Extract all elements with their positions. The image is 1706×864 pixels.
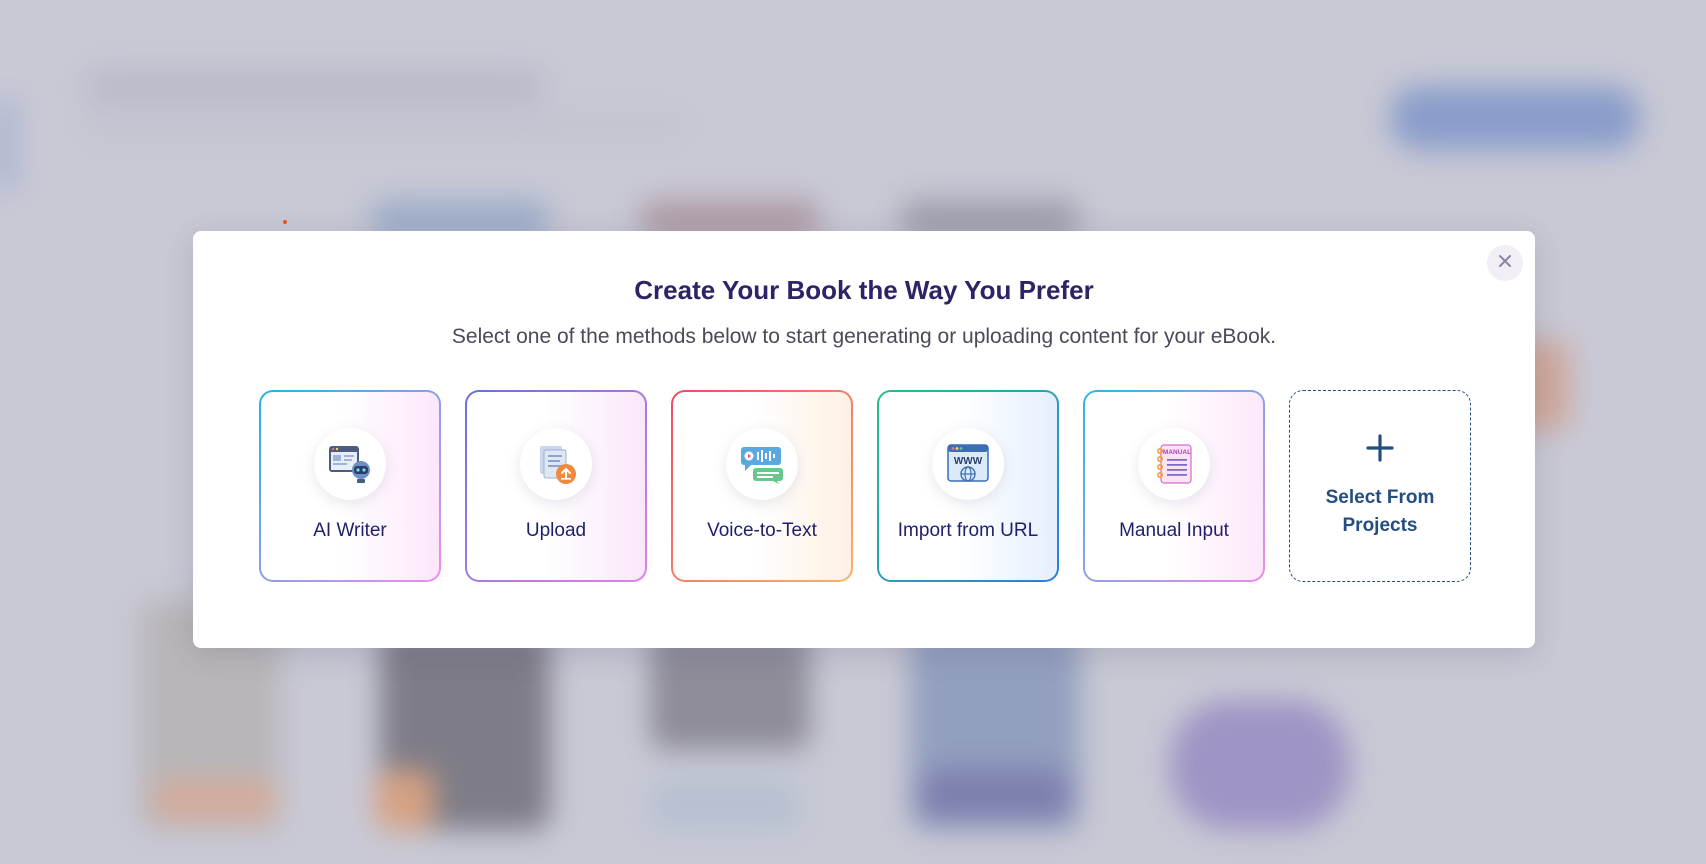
- option-upload[interactable]: Upload: [465, 390, 647, 582]
- option-label: Manual Input: [1119, 520, 1229, 541]
- close-icon: [1498, 254, 1512, 273]
- select-from-projects-button[interactable]: Select From Projects: [1289, 390, 1471, 582]
- method-options: AI Writer Upload Voice-to-Text WWW Impor…: [259, 390, 1471, 582]
- manual-notebook-icon: MANUAL: [1138, 428, 1210, 500]
- manual-text: MANUAL: [1163, 449, 1191, 456]
- option-label: Upload: [525, 520, 587, 541]
- www-text: WWW: [954, 456, 983, 467]
- notification-dot: [283, 220, 287, 224]
- option-voice-to-text[interactable]: Voice-to-Text: [671, 390, 853, 582]
- modal-title: Create Your Book the Way You Prefer: [634, 275, 1094, 305]
- select-from-projects-label: Select From Projects: [1325, 487, 1435, 536]
- www-globe-icon: WWW: [932, 428, 1004, 500]
- ai-writer-robot-icon: [314, 428, 386, 500]
- option-manual-input[interactable]: MANUAL Manual Input: [1083, 390, 1265, 582]
- option-import-from-url[interactable]: WWW Import from URL: [877, 390, 1059, 582]
- document-upload-icon: [520, 428, 592, 500]
- option-label: Import from URL: [897, 520, 1039, 541]
- create-book-modal: Create Your Book the Way You Prefer Sele…: [193, 231, 1535, 648]
- option-label: Voice-to-Text: [707, 520, 817, 541]
- modal-subtitle: Select one of the methods below to start…: [451, 325, 1277, 348]
- plus-icon: [1366, 426, 1394, 470]
- option-ai-writer[interactable]: AI Writer: [259, 390, 441, 582]
- option-label: AI Writer: [313, 520, 387, 541]
- voice-chat-icon: [726, 428, 798, 500]
